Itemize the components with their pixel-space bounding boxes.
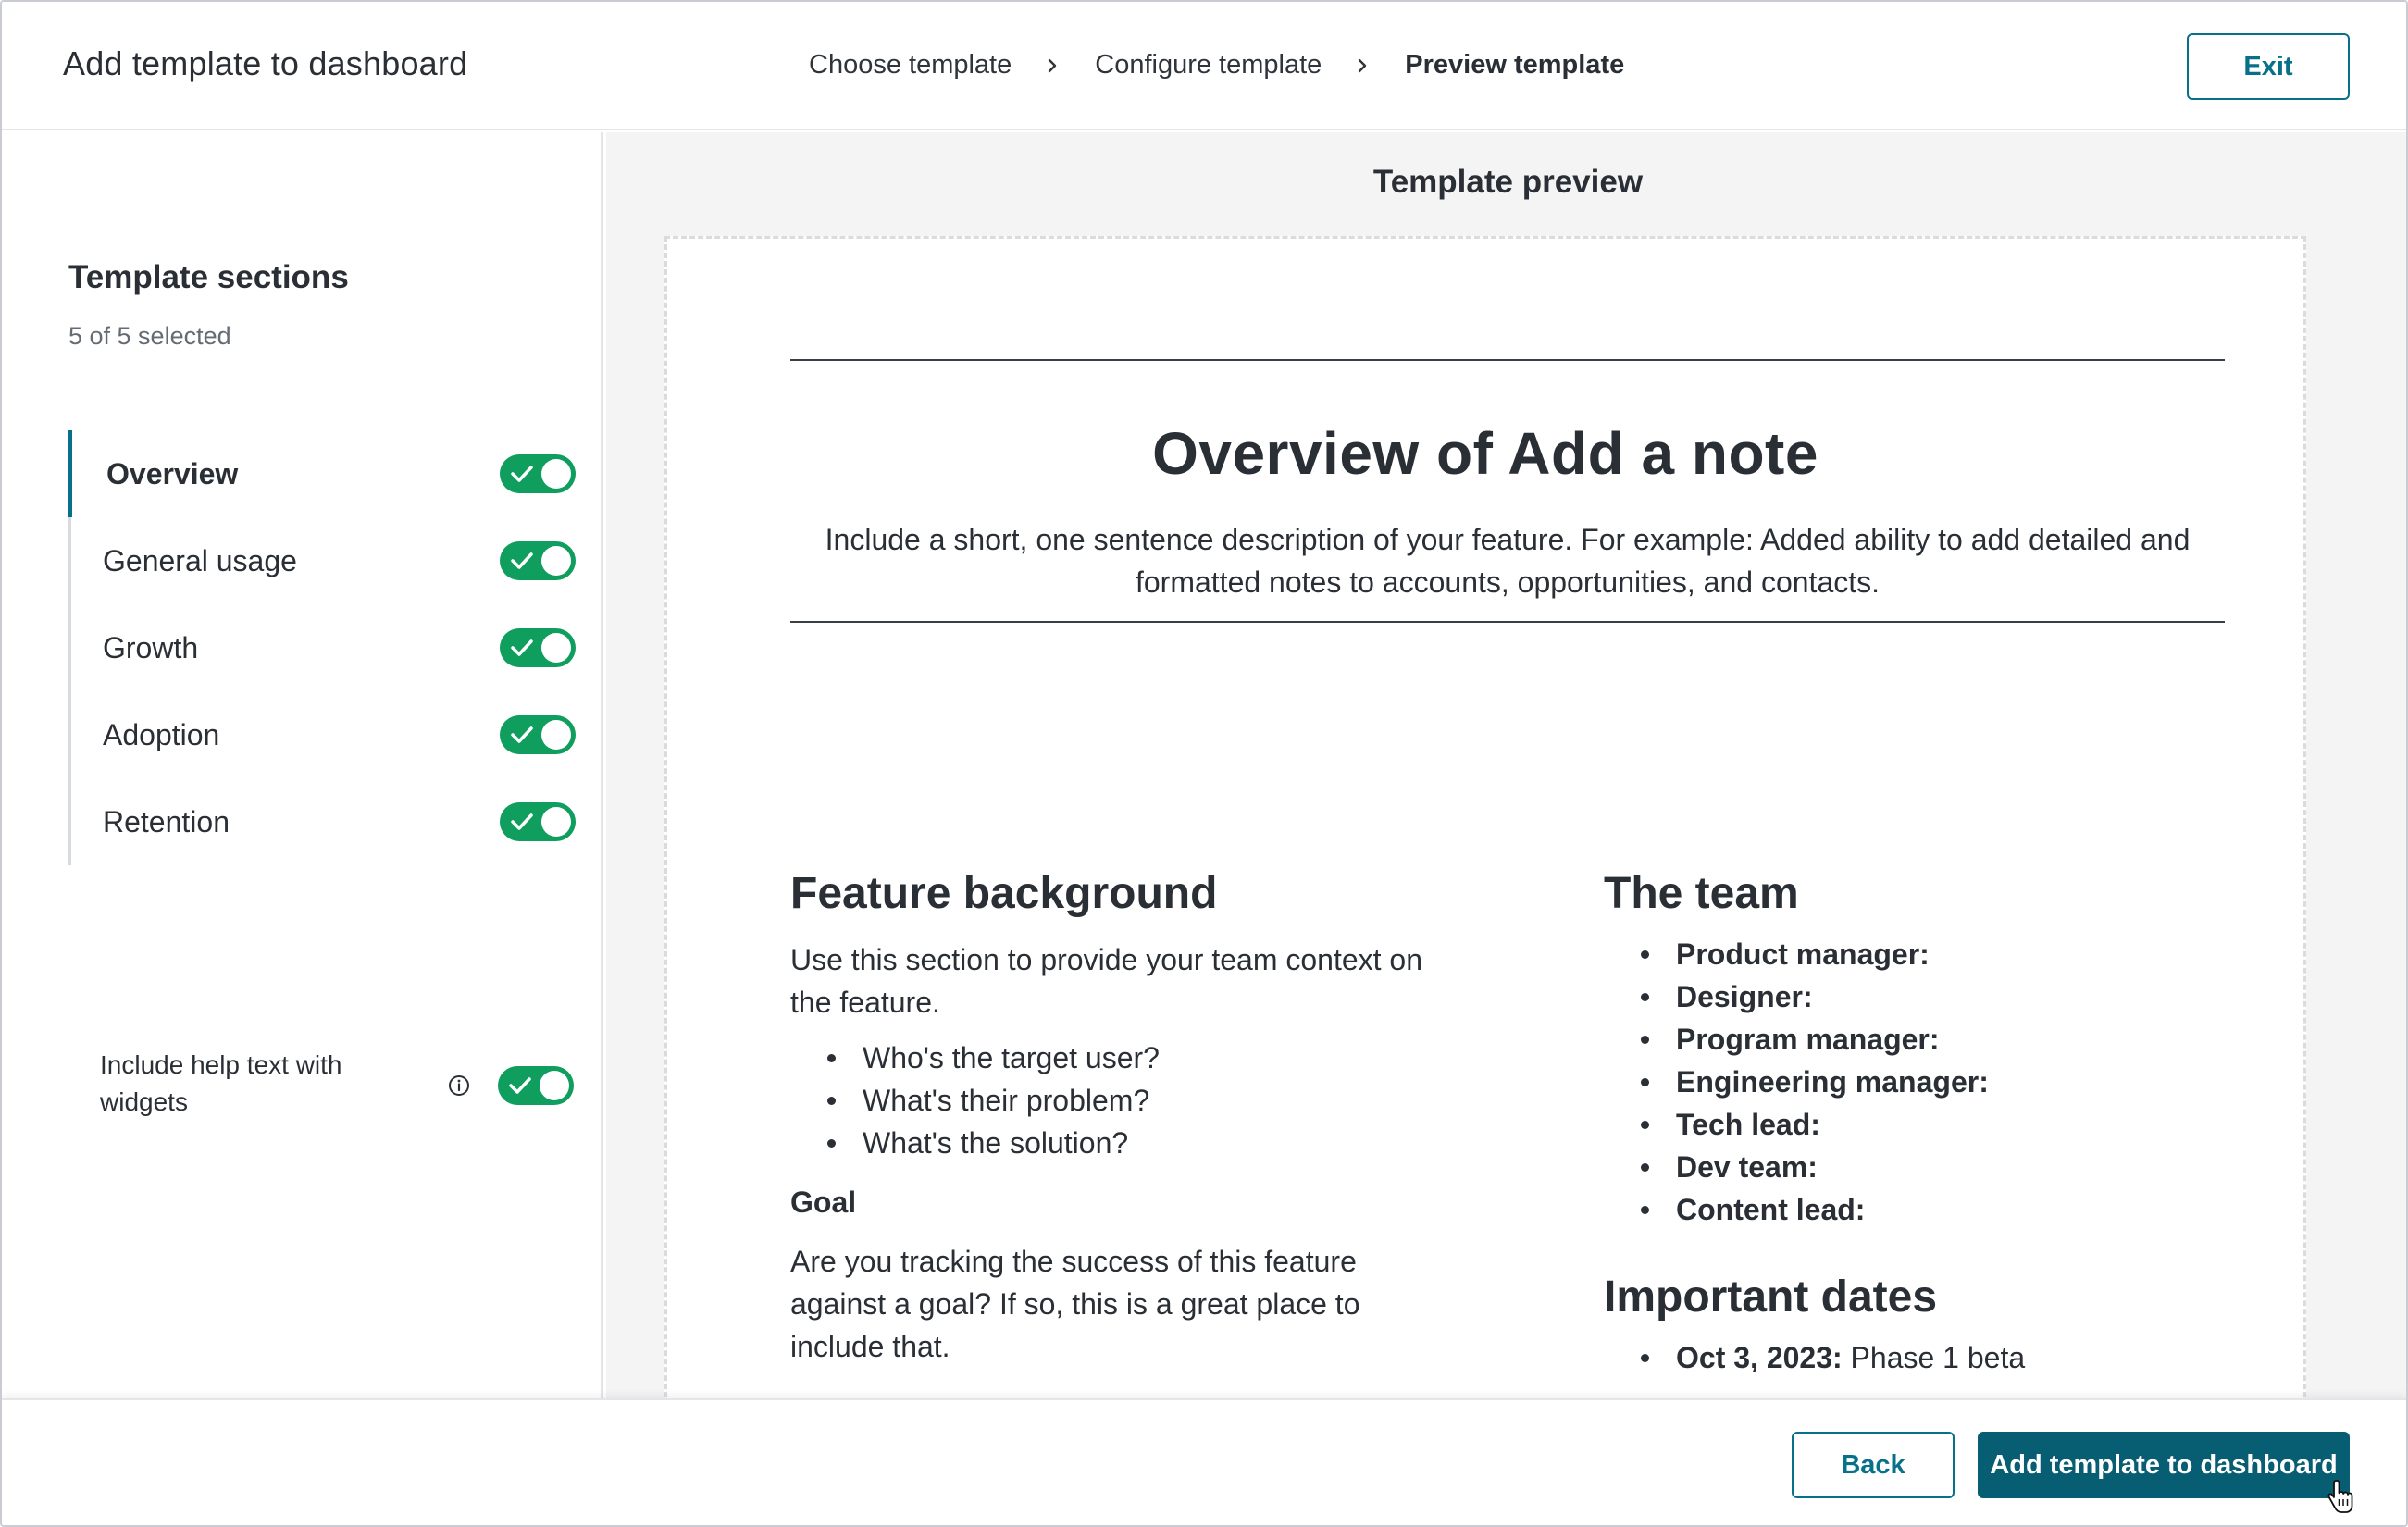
section-text: Use this section to provide your team co… <box>790 943 1423 1019</box>
team-list: Product manager: Designer: Program manag… <box>1604 933 2252 1231</box>
help-text-toggle[interactable] <box>498 1066 574 1105</box>
toggle-knob <box>541 633 571 663</box>
footer-bar: Back Add template to dashboard <box>2 1398 2406 1525</box>
exit-button[interactable]: Exit <box>2187 33 2350 100</box>
check-icon <box>511 466 533 482</box>
section-label: Growth <box>103 630 199 664</box>
section-label: General usage <box>103 543 297 577</box>
info-icon[interactable] <box>448 1074 470 1097</box>
toggle-knob <box>540 1071 569 1100</box>
preview-heading: Template preview <box>1372 164 1644 200</box>
template-preview-canvas[interactable]: Overview of Add a note Include a short, … <box>664 236 2306 1439</box>
step-configure-template[interactable]: Configure template <box>1095 50 1322 81</box>
section-item-growth[interactable]: Growth <box>71 604 576 691</box>
question-list: Who's the target user? What's their prob… <box>790 1037 1438 1164</box>
list-item: What's the solution? <box>827 1122 1438 1164</box>
back-button[interactable]: Back <box>1792 1432 1955 1498</box>
goal-heading: Goal <box>790 1186 857 1219</box>
hand-pointer-cursor-icon <box>2327 1480 2353 1513</box>
divider <box>790 359 2225 361</box>
list-item: Tech lead: <box>1641 1103 2252 1146</box>
section-heading: Important dates <box>1604 1272 1938 1322</box>
template-sections-sidebar: Template sections 5 of 5 selected Overvi… <box>2 132 603 1398</box>
section-item-adoption[interactable]: Adoption <box>71 691 576 778</box>
toggle-knob <box>541 546 571 576</box>
check-icon <box>511 726 533 743</box>
step-preview-template: Preview template <box>1405 50 1625 80</box>
list-item: Product manager: <box>1641 933 2252 975</box>
check-icon <box>511 552 533 569</box>
app-window: Add template to dashboard Choose templat… <box>0 0 2408 1527</box>
check-icon <box>509 1077 531 1094</box>
section-toggle[interactable] <box>500 715 576 754</box>
step-choose-template[interactable]: Choose template <box>809 50 1012 81</box>
page-title: Add template to dashboard <box>63 44 468 82</box>
dates-list: Oct 3, 2023: Phase 1 beta <box>1604 1336 2252 1379</box>
section-label: Retention <box>103 804 230 838</box>
section-toggle[interactable] <box>500 628 576 667</box>
list-item: Content lead: <box>1641 1188 2252 1231</box>
section-toggle[interactable] <box>500 541 576 580</box>
section-item-retention[interactable]: Retention <box>71 778 576 865</box>
section-item-general-usage[interactable]: General usage <box>71 517 576 604</box>
toggle-knob <box>541 720 571 750</box>
help-text-option: Include help text with widgets <box>100 1047 574 1130</box>
top-bar: Add template to dashboard Choose templat… <box>2 2 2406 130</box>
selected-count: 5 of 5 selected <box>68 322 231 350</box>
list-item: What's their problem? <box>827 1079 1438 1122</box>
list-item: Engineering manager: <box>1641 1061 2252 1103</box>
overview-description: Include a short, one sentence descriptio… <box>825 523 2191 599</box>
toggle-knob <box>541 807 571 837</box>
date-label: Phase 1 beta <box>1850 1341 2026 1374</box>
section-heading: The team <box>1604 869 1799 918</box>
sidebar-title: Template sections <box>68 259 349 295</box>
section-label: Overview <box>106 456 239 490</box>
wizard-steps: Choose template Configure template Previ… <box>809 50 1624 81</box>
overview-title: Overview of Add a note <box>1152 420 1818 487</box>
list-item: Program manager: <box>1641 1018 2252 1061</box>
section-item-overview[interactable]: Overview <box>68 430 576 517</box>
list-item: Dev team: <box>1641 1146 2252 1188</box>
list-item: Oct 3, 2023: Phase 1 beta <box>1641 1336 2252 1379</box>
section-toggle[interactable] <box>500 454 576 493</box>
check-icon <box>511 813 533 830</box>
team-section: The team Product manager: Designer: Prog… <box>1604 868 2252 1379</box>
section-label: Adoption <box>103 717 220 751</box>
section-heading: Feature background <box>790 869 1218 918</box>
list-item: Designer: <box>1641 975 2252 1018</box>
preview-area: Template preview Overview of Add a note … <box>606 132 2406 1439</box>
feature-background-section: Feature background Use this section to p… <box>790 868 1438 1368</box>
toggle-knob <box>541 459 571 489</box>
chevron-right-icon <box>1355 58 1370 73</box>
help-text-label: Include help text with widgets <box>100 1050 342 1116</box>
date-value: Oct 3, 2023: <box>1676 1341 1843 1374</box>
goal-text: Are you tracking the success of this fea… <box>790 1245 1360 1363</box>
add-template-button[interactable]: Add template to dashboard <box>1978 1432 2350 1498</box>
list-item: Who's the target user? <box>827 1037 1438 1079</box>
chevron-right-icon <box>1045 58 1060 73</box>
divider <box>790 621 2225 623</box>
section-toggle[interactable] <box>500 802 576 841</box>
section-list: Overview General usage Growth Adoption R… <box>68 430 576 865</box>
check-icon <box>511 639 533 656</box>
